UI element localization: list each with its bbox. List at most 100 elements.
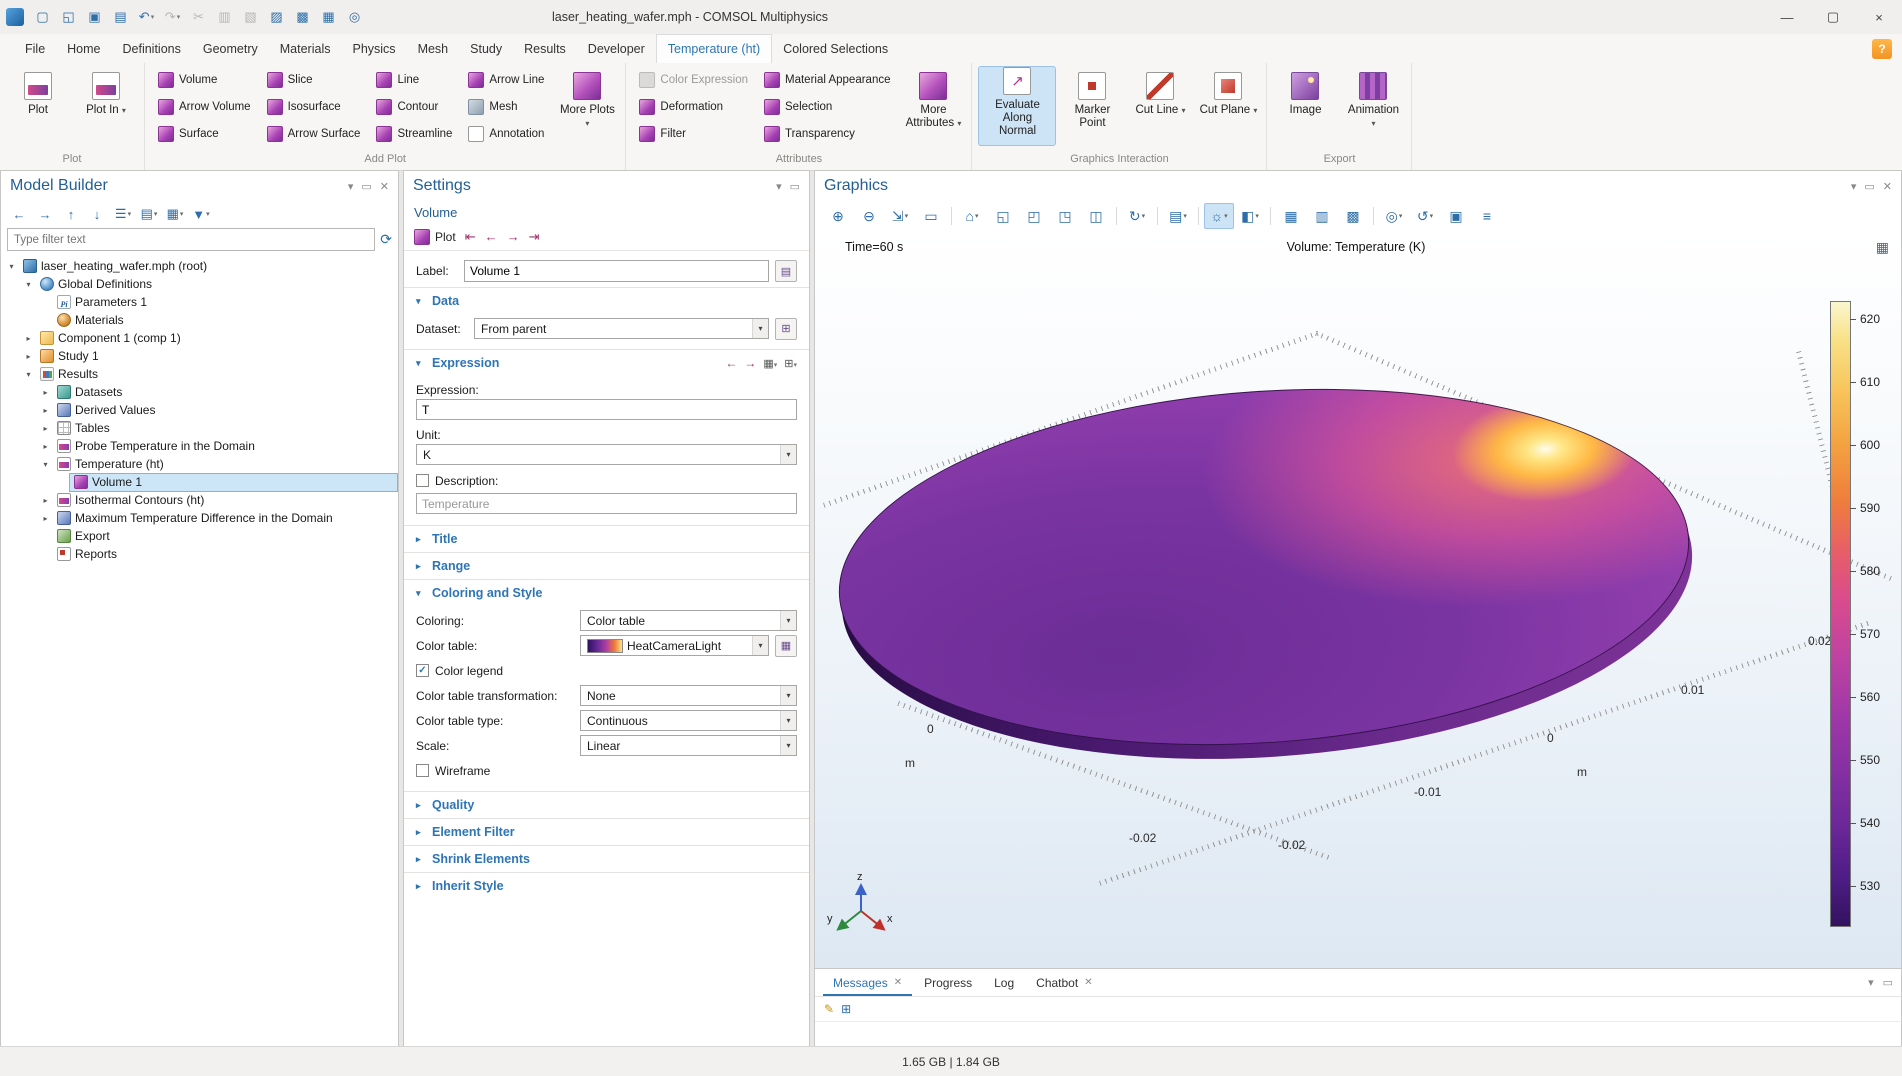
undock-panel-icon[interactable]: ▭ — [1864, 180, 1874, 193]
tab-home[interactable]: Home — [56, 34, 111, 63]
add-arrow-line-button[interactable]: Arrow Line — [461, 68, 551, 92]
cut-button[interactable]: ✂ — [186, 5, 211, 29]
tab-geometry[interactable]: Geometry — [192, 34, 269, 63]
tree-filter-button[interactable]: ▼▾ — [189, 203, 213, 225]
show-options-button[interactable]: ☰▾ — [111, 203, 135, 225]
go-to-default-view-button[interactable]: ⌂▾ — [957, 203, 987, 229]
add-dataset-button[interactable]: ⊞ — [775, 318, 797, 340]
maximize-button[interactable]: ▢ — [1810, 0, 1856, 34]
section-expression-header[interactable]: ▾Expression ← → ▦▾ ⊞▾ — [416, 350, 797, 376]
replace-expression-button[interactable]: ▦▾ — [763, 357, 777, 370]
plot-next-button[interactable]: → — [507, 229, 520, 244]
tree-item-component-1[interactable]: ▸Component 1 (comp 1) — [1, 329, 398, 347]
save-button[interactable]: ▣ — [82, 5, 107, 29]
expression-input[interactable] — [416, 399, 797, 420]
columns-button[interactable]: ▦▾ — [163, 203, 187, 225]
move-down-button[interactable]: ↓ — [85, 203, 109, 225]
back-button[interactable]: ← — [7, 203, 31, 225]
show-grid-button[interactable]: ▦ — [1276, 203, 1306, 229]
paste-button[interactable]: ▧ — [238, 5, 263, 29]
close-panel-icon[interactable]: ✕ — [380, 180, 389, 193]
tree-item-study-1[interactable]: ▸Study 1 — [1, 347, 398, 365]
filter-attribute-button[interactable]: Filter — [632, 122, 755, 146]
view-yz-button[interactable]: ◰ — [1019, 203, 1049, 229]
expand-arrow[interactable]: ▸ — [39, 388, 52, 397]
tab-materials[interactable]: Materials — [269, 34, 342, 63]
add-annotation-button[interactable]: Annotation — [461, 122, 551, 146]
plot-button[interactable]: Plot — [6, 66, 70, 153]
add-contour-button[interactable]: Contour — [369, 95, 459, 119]
reset-desktop-button[interactable]: ▦ — [316, 5, 341, 29]
add-volume-button[interactable]: Volume — [151, 68, 258, 92]
zoom-box-button[interactable]: ▭ — [916, 203, 946, 229]
update-plot-button[interactable]: ↻▾ — [1122, 203, 1152, 229]
expand-arrow[interactable]: ▸ — [39, 496, 52, 505]
export-image-button[interactable]: Image — [1273, 66, 1337, 153]
label-input[interactable] — [464, 260, 769, 282]
tree-item-global-definitions[interactable]: ▾Global Definitions — [1, 275, 398, 293]
clear-messages-button[interactable]: ✎ — [824, 1002, 834, 1016]
add-slice-button[interactable]: Slice — [260, 68, 368, 92]
scale-select[interactable]: Linear▾ — [580, 735, 797, 756]
plot-last-button[interactable]: ⇥ — [529, 229, 540, 245]
add-isosurface-button[interactable]: Isosurface — [260, 95, 368, 119]
more-plots-button[interactable]: More Plots ▾ — [555, 66, 619, 153]
evaluate-along-normal-button[interactable]: Evaluate Along Normal — [978, 66, 1056, 146]
tree-item-datasets[interactable]: ▸Datasets — [1, 383, 398, 401]
section-element-filter-header[interactable]: ▸Element Filter — [416, 819, 797, 845]
close-panel-icon[interactable]: ✕ — [1883, 180, 1892, 193]
delete-button[interactable]: ▩ — [290, 5, 315, 29]
expand-arrow[interactable]: ▸ — [22, 334, 35, 343]
plot-previous-button[interactable]: ← — [485, 229, 498, 244]
plot-in-button[interactable]: Plot In ▾ — [74, 66, 138, 153]
redo-button[interactable]: ↷▾ — [160, 5, 185, 29]
cut-line-button[interactable]: Cut Line ▾ — [1128, 66, 1192, 153]
panel-menu-icon[interactable]: ▾ — [776, 180, 782, 193]
selection-button[interactable]: Selection — [757, 95, 897, 119]
section-shrink-elements-header[interactable]: ▸Shrink Elements — [416, 846, 797, 872]
wafer-volume-plot[interactable] — [827, 362, 1701, 773]
tree-item-isothermal-contours[interactable]: ▸Isothermal Contours (ht) — [1, 491, 398, 509]
duplicate-button[interactable]: ▨ — [264, 5, 289, 29]
unit-select[interactable]: K▾ — [416, 444, 797, 465]
tree-item-volume-1[interactable]: Volume 1 — [1, 473, 398, 491]
reset-orientation-button[interactable]: ↺▾ — [1410, 203, 1440, 229]
tab-log[interactable]: Log — [984, 969, 1024, 996]
refresh-icon[interactable]: ⟳ — [380, 231, 392, 248]
close-tab-icon[interactable]: ✕ — [1084, 977, 1092, 988]
copy-messages-button[interactable]: ⊞ — [841, 1002, 851, 1016]
close-tab-icon[interactable]: ✕ — [894, 977, 902, 988]
tab-study[interactable]: Study — [459, 34, 513, 63]
show-legends-button[interactable]: ▥ — [1307, 203, 1337, 229]
transparency-button-graphics[interactable]: ◧▾ — [1235, 203, 1265, 229]
panel-menu-icon[interactable]: ▾ — [1868, 976, 1874, 989]
dataset-select[interactable]: From parent▾ — [474, 318, 769, 339]
tab-chatbot[interactable]: Chatbot✕ — [1026, 969, 1102, 996]
expand-arrow[interactable]: ▸ — [39, 406, 52, 415]
tab-developer[interactable]: Developer — [577, 34, 656, 63]
tab-mesh[interactable]: Mesh — [407, 34, 460, 63]
section-range-header[interactable]: ▸Range — [416, 553, 797, 579]
wireframe-checkbox[interactable] — [416, 764, 429, 777]
edit-color-table-button[interactable]: ▦ — [775, 635, 797, 657]
view-xy-button[interactable]: ◱ — [988, 203, 1018, 229]
forward-button[interactable]: → — [33, 203, 57, 225]
coloring-select[interactable]: Color table▾ — [580, 610, 797, 631]
rename-button[interactable]: ▤ — [775, 260, 797, 282]
description-input[interactable] — [416, 493, 797, 514]
tab-colored-selections[interactable]: Colored Selections — [772, 34, 899, 63]
expand-arrow[interactable]: ▾ — [22, 280, 35, 289]
section-quality-header[interactable]: ▸Quality — [416, 792, 797, 818]
transparency-button[interactable]: Transparency — [757, 122, 897, 146]
more-attributes-button[interactable]: More Attributes ▾ — [901, 66, 965, 153]
close-button[interactable]: × — [1856, 0, 1902, 34]
color-expression-button[interactable]: Color Expression — [632, 68, 755, 92]
expand-arrow[interactable]: ▸ — [39, 424, 52, 433]
expand-arrow[interactable]: ▾ — [39, 460, 52, 469]
tree-item-tables[interactable]: ▸Tables — [1, 419, 398, 437]
expand-arrow[interactable]: ▾ — [22, 370, 35, 379]
previous-expression-button[interactable]: ← — [725, 356, 737, 370]
add-line-button[interactable]: Line — [369, 68, 459, 92]
plot-first-button[interactable]: ⇤ — [465, 229, 476, 245]
help-button[interactable]: ? — [1872, 39, 1892, 59]
